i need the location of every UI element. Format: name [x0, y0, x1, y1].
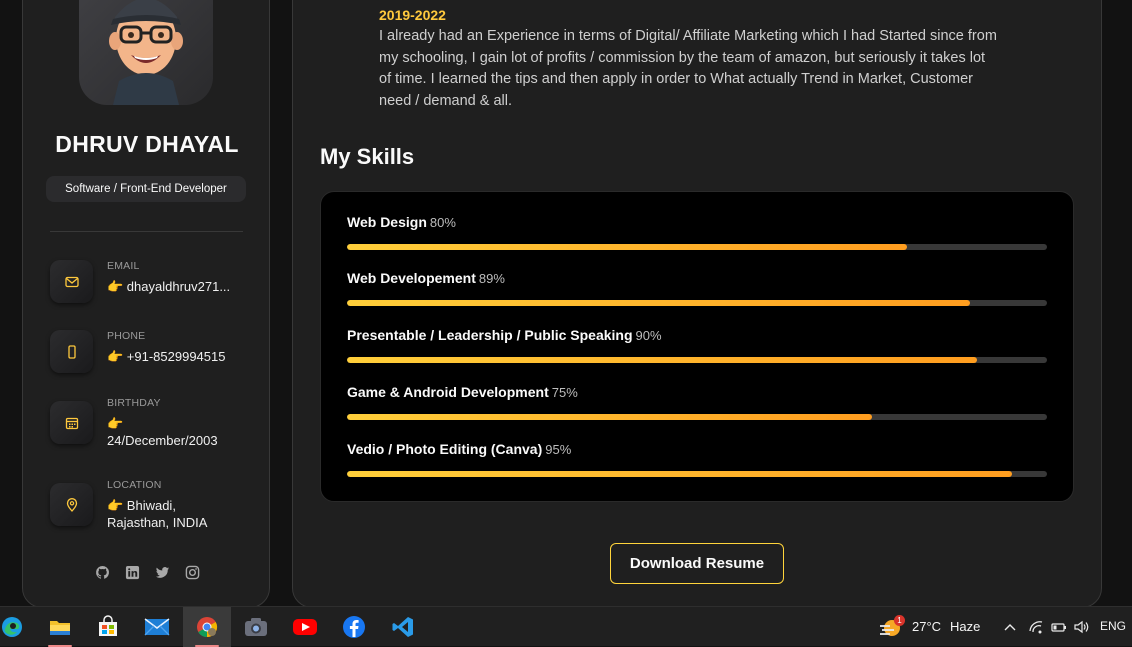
- skill-progress-bar: [347, 300, 1047, 306]
- birthday-value: 👉 24/December/2003: [107, 416, 218, 448]
- skill-progress-bar: [347, 244, 1047, 250]
- portfolio-page: DHRUV DHAYAL Software / Front-End Develo…: [0, 0, 1132, 608]
- skill-percent: 75%: [551, 385, 578, 400]
- temperature: 27°C: [912, 619, 942, 634]
- weather-condition: Haze: [950, 619, 981, 634]
- microsoft-store-icon[interactable]: [84, 607, 132, 647]
- twitter-icon[interactable]: [155, 565, 170, 580]
- weather-notification-badge: 1: [894, 615, 905, 626]
- skill-percent: 95%: [545, 442, 572, 457]
- weather-widget[interactable]: 1: [866, 607, 916, 647]
- skill-name: Game & Android Development: [347, 384, 549, 400]
- email-label: EMAIL: [107, 260, 140, 272]
- skill-item: Vedio / Photo Editing (Canva) 95%: [347, 441, 1047, 477]
- github-icon[interactable]: [95, 565, 110, 580]
- location-pin-icon: [50, 483, 93, 526]
- download-resume-button[interactable]: Download Resume: [610, 543, 784, 584]
- phone-icon: [50, 330, 93, 373]
- sidebar-divider: [50, 231, 243, 232]
- skill-progress-bar: [347, 471, 1047, 477]
- skill-name: Web Design: [347, 214, 427, 230]
- skills-list: Web Design 80% Web Developement 89% Presen…: [320, 191, 1074, 502]
- avatar: [79, 0, 213, 105]
- skill-item: Web Design 80%: [347, 214, 1047, 250]
- sidebar: DHRUV DHAYAL Software / Front-End Develo…: [22, 0, 270, 608]
- mail-icon: [50, 260, 93, 303]
- role-badge: Software / Front-End Developer: [46, 176, 246, 202]
- skill-item: Web Developement 89%: [347, 270, 1047, 306]
- battery-icon[interactable]: [1047, 607, 1071, 647]
- calendar-icon: [50, 401, 93, 444]
- instagram-icon[interactable]: [185, 565, 200, 580]
- volume-icon[interactable]: [1070, 607, 1094, 647]
- email-link[interactable]: 👉 dhayaldhruv271...: [107, 278, 257, 295]
- experience-years: 2019-2022: [379, 7, 446, 23]
- chevron-up-icon[interactable]: [998, 607, 1022, 647]
- skill-percent: 90%: [635, 328, 662, 343]
- phone-label: PHONE: [107, 330, 146, 342]
- mail-app-icon[interactable]: [133, 607, 181, 647]
- windows-taskbar: 1 27°C Haze ENG: [0, 606, 1132, 647]
- experience-description: I already had an Experience in terms of …: [379, 28, 997, 109]
- chrome-icon[interactable]: [183, 607, 231, 647]
- linkedin-icon[interactable]: [125, 565, 140, 580]
- skill-progress-fill: [347, 357, 977, 363]
- skills-heading: My Skills: [320, 144, 415, 169]
- facebook-icon[interactable]: [330, 607, 378, 647]
- main-content: 2019-2022 I already had an Experience in…: [292, 0, 1102, 608]
- skill-name: Presentable / Leadership / Public Speaki…: [347, 327, 633, 343]
- skill-progress-fill: [347, 414, 872, 420]
- vscode-icon[interactable]: [379, 607, 427, 647]
- skill-item: Presentable / Leadership / Public Speaki…: [347, 327, 1047, 363]
- profile-name: DHRUV DHAYAL: [55, 131, 239, 157]
- edge-icon[interactable]: [0, 607, 36, 647]
- skill-percent: 89%: [478, 271, 505, 286]
- skill-name: Vedio / Photo Editing (Canva): [347, 441, 543, 457]
- youtube-icon[interactable]: [281, 607, 329, 647]
- file-explorer-icon[interactable]: [36, 607, 84, 647]
- phone-link[interactable]: 👉 +91-8529994515: [107, 348, 257, 365]
- skill-progress-fill: [347, 471, 1012, 477]
- camera-icon[interactable]: [232, 607, 280, 647]
- location-label: LOCATION: [107, 479, 162, 491]
- skill-progress-fill: [347, 300, 970, 306]
- skill-item: Game & Android Development 75%: [347, 384, 1047, 420]
- skill-percent: 80%: [429, 215, 456, 230]
- skill-progress-bar: [347, 357, 1047, 363]
- birthday-label: BIRTHDAY: [107, 397, 161, 409]
- skill-progress-fill: [347, 244, 907, 250]
- social-links: [95, 565, 200, 580]
- language-indicator[interactable]: ENG: [1100, 619, 1126, 633]
- skill-progress-bar: [347, 414, 1047, 420]
- wifi-icon[interactable]: [1024, 607, 1048, 647]
- skill-name: Web Developement: [347, 270, 476, 286]
- location-value: 👉 Bhiwadi, Rajasthan, INDIA: [107, 498, 208, 530]
